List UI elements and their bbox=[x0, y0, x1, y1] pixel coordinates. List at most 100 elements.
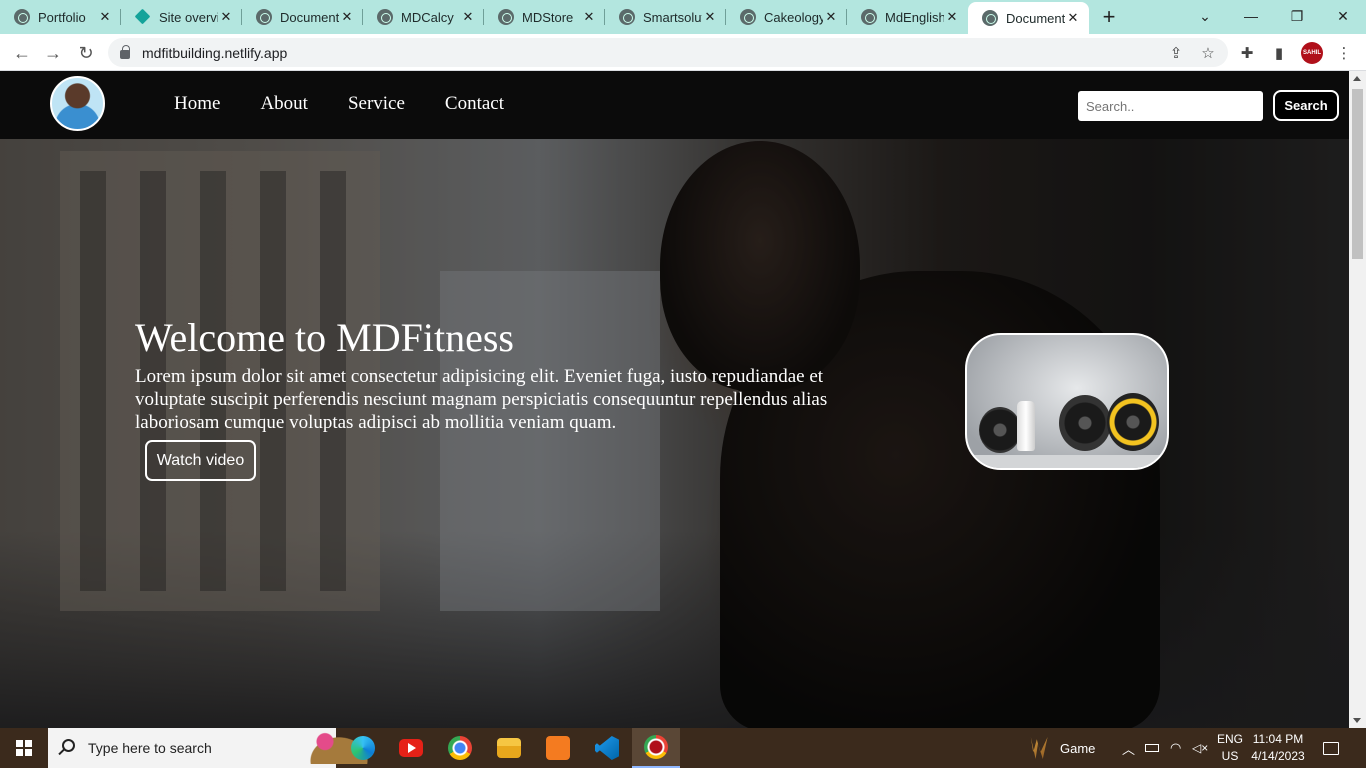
xampp-app-icon[interactable] bbox=[534, 728, 582, 768]
site-search-input[interactable] bbox=[1078, 91, 1263, 121]
close-icon[interactable]: ✕ bbox=[460, 9, 476, 25]
hero-description: Lorem ipsum dolor sit amet consectetur a… bbox=[135, 366, 828, 433]
tab-portfolio[interactable]: Portfolio ✕ bbox=[0, 0, 121, 34]
scroll-thumb[interactable] bbox=[1352, 89, 1363, 259]
file-explorer-icon[interactable] bbox=[485, 728, 533, 768]
nav-contact[interactable]: Contact bbox=[445, 93, 504, 115]
close-window-button[interactable]: ✕ bbox=[1320, 0, 1366, 32]
scroll-up-arrow-icon[interactable] bbox=[1353, 76, 1361, 81]
tab-document-active[interactable]: Document ✕ bbox=[968, 2, 1089, 34]
page-scrollbar[interactable] bbox=[1349, 71, 1366, 728]
close-icon[interactable]: ✕ bbox=[823, 9, 839, 25]
bottle bbox=[1017, 401, 1035, 451]
bookmark-star-icon[interactable]: ☆ bbox=[1198, 43, 1218, 63]
tab-document[interactable]: Document ✕ bbox=[242, 0, 363, 34]
menu-kebab-icon[interactable]: ⋮ bbox=[1334, 43, 1354, 63]
scroll-down-arrow-icon[interactable] bbox=[1353, 718, 1361, 723]
share-icon[interactable]: ⇪ bbox=[1166, 43, 1186, 63]
close-icon[interactable]: ✕ bbox=[581, 9, 597, 25]
lock-icon bbox=[120, 45, 130, 59]
reload-icon[interactable]: ↻ bbox=[73, 40, 99, 66]
tab-cakeology[interactable]: Cakeology ✕ bbox=[726, 0, 847, 34]
nav-about[interactable]: About bbox=[260, 93, 308, 115]
tab-label: MDStore bbox=[522, 9, 574, 25]
address-bar: ← → ↻ mdfitbuilding.netlify.app ⇪ ☆ ✚ ▮ … bbox=[0, 34, 1366, 71]
taskbar-search-placeholder: Type here to search bbox=[88, 740, 212, 756]
close-icon[interactable]: ✕ bbox=[218, 9, 234, 25]
globe-icon bbox=[377, 9, 393, 25]
game-widget[interactable]: Game bbox=[1026, 728, 1095, 768]
tab-mdcalcy[interactable]: MDCalcy ✕ bbox=[363, 0, 484, 34]
tab-label: Document bbox=[280, 9, 339, 25]
dumbbell-plate bbox=[1107, 393, 1159, 451]
watch-video-button[interactable]: Watch video bbox=[145, 440, 256, 481]
nav-home[interactable]: Home bbox=[174, 93, 220, 115]
search-icon bbox=[62, 739, 75, 752]
globe-icon bbox=[619, 9, 635, 25]
vscode-app-icon[interactable] bbox=[583, 728, 631, 768]
hero-text: Welcome to MDFitness Lorem ipsum dolor s… bbox=[135, 315, 880, 434]
close-icon[interactable]: ✕ bbox=[97, 9, 113, 25]
taskbar-search-box[interactable]: Type here to search bbox=[48, 728, 374, 768]
volume-muted-icon[interactable]: ◁× bbox=[1192, 728, 1208, 768]
web-page: Home About Service Contact Search Welcom… bbox=[0, 71, 1349, 728]
youtube-app-icon[interactable] bbox=[387, 728, 435, 768]
chrome-app-icon[interactable] bbox=[436, 728, 484, 768]
site-search-button[interactable]: Search bbox=[1273, 90, 1339, 121]
close-icon[interactable]: ✕ bbox=[1065, 10, 1081, 26]
tab-label: Site overvi bbox=[159, 9, 218, 25]
close-icon[interactable]: ✕ bbox=[702, 9, 718, 25]
back-arrow-icon[interactable]: ← bbox=[9, 40, 35, 66]
clock-time: 11:04 PM bbox=[1252, 732, 1304, 746]
clock-date: 4/14/2023 bbox=[1251, 749, 1305, 763]
tab-label: MdEnglish bbox=[885, 9, 944, 25]
globe-icon bbox=[256, 9, 272, 25]
tab-label: Cakeology bbox=[764, 9, 823, 25]
globe-icon bbox=[740, 9, 756, 25]
forward-arrow-icon[interactable]: → bbox=[40, 40, 66, 66]
dumbbell-image bbox=[965, 333, 1169, 470]
close-icon[interactable]: ✕ bbox=[339, 9, 355, 25]
battery-icon[interactable] bbox=[1145, 728, 1159, 768]
globe-icon bbox=[861, 9, 877, 25]
restore-button[interactable]: ❐ bbox=[1274, 0, 1320, 32]
new-tab-button[interactable]: + bbox=[1089, 0, 1129, 34]
start-button[interactable] bbox=[0, 728, 48, 768]
edge-app-icon[interactable] bbox=[339, 728, 387, 768]
nav-service[interactable]: Service bbox=[348, 93, 405, 115]
nav-links: Home About Service Contact bbox=[174, 93, 504, 115]
url-field[interactable]: mdfitbuilding.netlify.app bbox=[108, 38, 1228, 67]
tab-label: Portfolio bbox=[38, 9, 86, 25]
chrome-active-app-icon[interactable] bbox=[632, 728, 680, 768]
browser-tab-bar: Portfolio ✕ Site overvi ✕ Document ✕ MDCalc… bbox=[0, 0, 1366, 34]
netlify-icon bbox=[135, 9, 151, 25]
tab-label: MDCalcy bbox=[401, 9, 454, 25]
lang-bottom: US bbox=[1221, 749, 1239, 763]
lang-top: ENG bbox=[1216, 732, 1243, 746]
side-panel-icon[interactable]: ▮ bbox=[1269, 43, 1289, 63]
extensions-puzzle-icon[interactable]: ✚ bbox=[1237, 43, 1257, 63]
globe-icon bbox=[982, 10, 998, 26]
language-indicator[interactable]: ENG US bbox=[1212, 731, 1248, 765]
game-label: Game bbox=[1060, 740, 1096, 756]
profile-avatar[interactable]: SAHIL bbox=[1301, 42, 1323, 64]
wifi-icon[interactable]: ◠ bbox=[1170, 728, 1181, 768]
tray-chevron-up-icon[interactable]: ︿ bbox=[1122, 728, 1135, 768]
minimize-button[interactable]: — bbox=[1228, 0, 1274, 32]
tab-site-overview[interactable]: Site overvi ✕ bbox=[121, 0, 242, 34]
dumbbell-plate bbox=[979, 407, 1021, 453]
tab-mdstore[interactable]: MDStore ✕ bbox=[484, 0, 605, 34]
notifications-icon[interactable] bbox=[1323, 728, 1339, 768]
tab-label: Document bbox=[1006, 10, 1065, 26]
globe-icon bbox=[498, 9, 514, 25]
url-text: mdfitbuilding.netlify.app bbox=[142, 44, 288, 61]
dumbbell-plate bbox=[1059, 395, 1111, 451]
tab-search-icon[interactable]: ⌄ bbox=[1182, 0, 1228, 32]
site-logo-avatar[interactable] bbox=[50, 76, 105, 131]
tab-mdenglish[interactable]: MdEnglish ✕ bbox=[847, 0, 968, 34]
taskbar-clock[interactable]: 11:04 PM 4/14/2023 bbox=[1248, 731, 1308, 765]
tab-smartsolut[interactable]: Smartsolut ✕ bbox=[605, 0, 726, 34]
tab-label: Smartsolut bbox=[643, 9, 702, 25]
site-navbar: Home About Service Contact Search bbox=[0, 71, 1349, 139]
close-icon[interactable]: ✕ bbox=[944, 9, 960, 25]
